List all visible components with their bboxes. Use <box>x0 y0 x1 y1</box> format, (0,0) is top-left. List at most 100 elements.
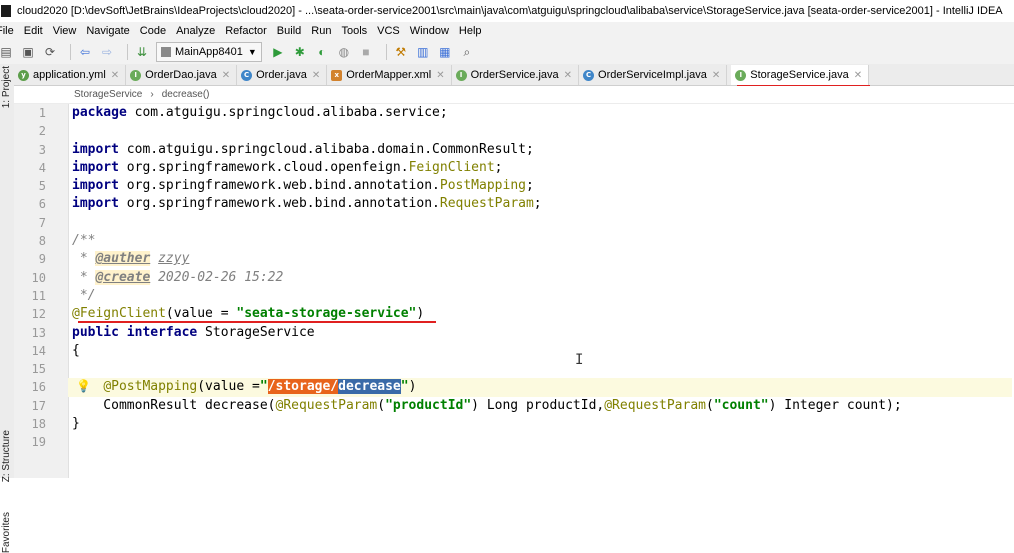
menu-tools[interactable]: Tools <box>341 25 367 37</box>
tab-application-yml[interactable]: y application.yml ✕ <box>14 65 127 85</box>
interface-icon: I <box>130 69 142 81</box>
breadcrumb-method[interactable]: decrease() <box>162 89 210 100</box>
code-line: package com.atguigu.springcloud.alibaba.… <box>72 104 1012 122</box>
class-icon: C <box>583 69 595 81</box>
search-icon[interactable]: ⌕ <box>459 44 475 60</box>
close-icon[interactable]: ✕ <box>111 70 119 81</box>
menu-refactor[interactable]: Refactor <box>225 25 267 37</box>
save-all-icon[interactable]: ▣ <box>20 44 36 60</box>
annotation: @PostMapping <box>103 379 198 395</box>
string-selection: decrease <box>338 379 401 395</box>
editor-tabs: y application.yml ✕ I OrderDao.java ✕ C … <box>14 64 1014 86</box>
imported-class: RequestParam <box>439 196 534 212</box>
tab-label: StorageService.java <box>750 69 849 81</box>
code-text: org.springframework.web.bind.annotation. <box>118 178 440 194</box>
class-icon: C <box>241 69 253 81</box>
code-text: ; <box>494 159 503 175</box>
breadcrumb-separator: › <box>150 89 154 100</box>
code-line: * @create 2020-02-26 15:22 <box>72 269 1012 287</box>
menu-build[interactable]: Build <box>277 25 301 37</box>
menu-analyze[interactable]: Analyze <box>176 25 215 37</box>
code-text: ( <box>377 397 386 413</box>
menu-file[interactable]: File <box>0 25 14 37</box>
text-cursor-icon: I <box>575 352 584 368</box>
sdk-icon[interactable]: ▦ <box>437 44 453 60</box>
lightbulb-icon[interactable]: 💡 <box>76 377 91 395</box>
forward-arrow-icon[interactable]: ⇨ <box>99 44 115 60</box>
tool-window-structure[interactable]: Z: Structure <box>1 430 12 482</box>
line-number: 19 <box>31 435 46 450</box>
line-number: 10 <box>31 270 46 285</box>
tab-label: OrderDao.java <box>145 69 217 81</box>
close-icon[interactable]: ✕ <box>222 70 230 81</box>
run-configuration-select[interactable]: MainApp8401 ▼ <box>156 42 262 62</box>
project-structure-icon[interactable]: ⚒ <box>393 44 409 60</box>
comment: */ <box>72 287 96 303</box>
line-number: 3 <box>38 142 46 157</box>
left-tool-strip: 1: Project Z: Structure Favorites <box>0 64 15 553</box>
code-text: ) <box>408 379 417 395</box>
sync-icon[interactable]: ⟳ <box>42 44 58 60</box>
close-icon[interactable]: ✕ <box>564 70 572 81</box>
run-config-label: MainApp8401 <box>175 46 243 58</box>
line-number: 13 <box>31 325 46 340</box>
menu-vcs[interactable]: VCS <box>377 25 400 37</box>
menu-window[interactable]: Window <box>410 25 449 37</box>
string-search-highlight: /storage/ <box>267 379 339 395</box>
line-number: 6 <box>38 197 46 212</box>
debug-icon[interactable]: ✱ <box>292 44 308 60</box>
build-project-icon[interactable]: ⇊ <box>134 44 150 60</box>
keyword: package <box>72 105 127 120</box>
tab-order-java[interactable]: C Order.java ✕ <box>237 65 328 85</box>
keyword: import <box>72 141 119 157</box>
tab-ordermapper-xml[interactable]: x OrderMapper.xml ✕ <box>327 65 452 85</box>
run-icon[interactable]: ▶ <box>270 44 286 60</box>
line-number: 9 <box>38 252 46 267</box>
code-text: com.atguigu.springcloud.alibaba.domain.C… <box>118 141 534 157</box>
tab-orderserviceimpl-java[interactable]: C OrderServiceImpl.java ✕ <box>579 65 728 85</box>
close-icon[interactable]: ✕ <box>312 70 320 81</box>
chevron-down-icon: ▼ <box>247 47 257 57</box>
keyword: import <box>72 159 119 175</box>
code-text: ; <box>525 178 534 194</box>
tab-orderservice-java[interactable]: I OrderService.java ✕ <box>452 65 580 85</box>
code-line: */ <box>72 287 1012 305</box>
tool-window-project[interactable]: 1: Project <box>1 66 12 108</box>
breadcrumb: StorageService › decrease() <box>14 86 1014 104</box>
tab-storageservice-java[interactable]: I StorageService.java ✕ <box>731 65 870 85</box>
menu-code[interactable]: Code <box>140 25 166 37</box>
code-editor[interactable]: package com.atguigu.springcloud.alibaba.… <box>68 104 1012 452</box>
spring-config-icon <box>161 47 171 57</box>
code-line: @FeignClient(value = "seata-storage-serv… <box>72 305 1012 324</box>
menu-help[interactable]: Help <box>459 25 482 37</box>
javadoc-value: 2020-02-26 15:22 <box>158 269 284 285</box>
breadcrumb-file[interactable]: StorageService <box>74 89 142 100</box>
line-number: 12 <box>31 307 46 322</box>
close-icon[interactable]: ✕ <box>854 70 862 81</box>
code-line: } <box>72 415 1012 433</box>
code-text: com.atguigu.springcloud.alibaba.service; <box>126 105 448 120</box>
open-folder-icon[interactable]: ▤ <box>0 44 14 60</box>
close-icon[interactable]: ✕ <box>712 70 720 81</box>
menu-view[interactable]: View <box>53 25 77 37</box>
imported-class: FeignClient <box>408 159 495 175</box>
stop-icon[interactable]: ■ <box>358 44 374 60</box>
settings-icon[interactable]: ▥ <box>415 44 431 60</box>
profile-icon[interactable]: ◍ <box>336 44 352 60</box>
line-number: 11 <box>31 288 46 303</box>
code-line: /** <box>72 232 1012 250</box>
coverage-icon[interactable]: ◐ <box>314 44 330 60</box>
menu-run[interactable]: Run <box>311 25 331 37</box>
back-arrow-icon[interactable]: ⇦ <box>77 44 93 60</box>
code-line: import org.springframework.web.bind.anno… <box>72 177 1012 195</box>
tool-window-favorites[interactable]: Favorites <box>1 512 12 553</box>
menu-edit[interactable]: Edit <box>24 25 43 37</box>
menu-navigate[interactable]: Navigate <box>86 25 129 37</box>
tab-orderdao-java[interactable]: I OrderDao.java ✕ <box>126 65 238 85</box>
string-literal: "productId" <box>385 397 472 413</box>
yaml-icon: y <box>18 69 29 81</box>
close-icon[interactable]: ✕ <box>436 70 444 81</box>
javadoc-tag: @auther <box>95 251 151 267</box>
